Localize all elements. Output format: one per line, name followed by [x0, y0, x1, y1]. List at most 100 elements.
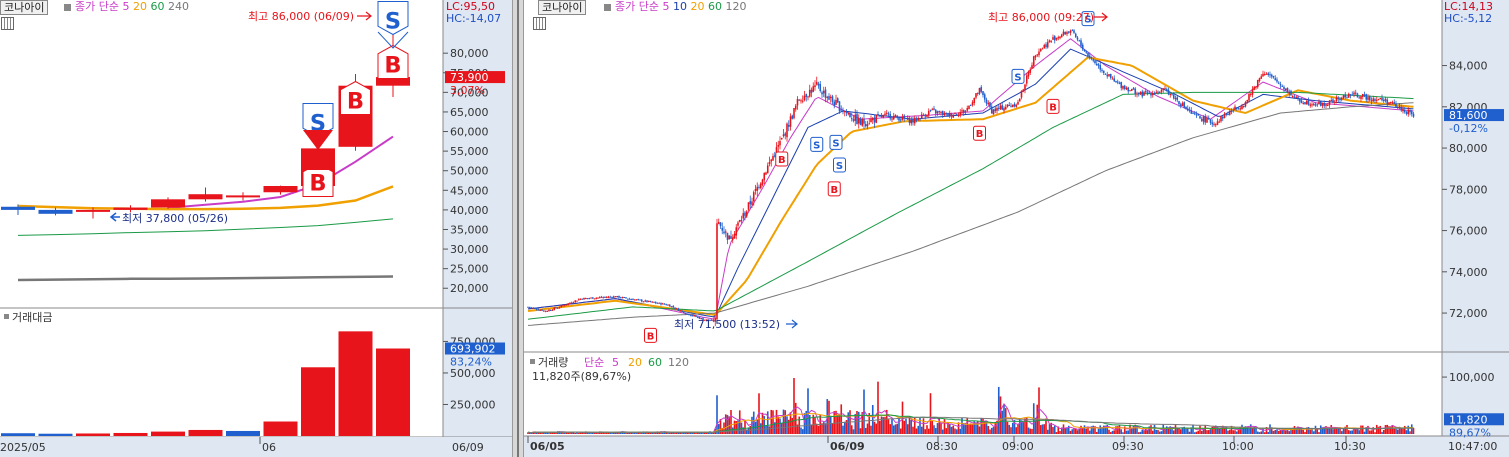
candle-body	[637, 299, 640, 301]
volume-bar	[859, 428, 862, 434]
volume-bar	[1300, 429, 1303, 434]
candle-body	[1043, 45, 1046, 49]
volume-bar	[1188, 431, 1191, 434]
candle-body	[689, 315, 692, 317]
candle-body	[1326, 105, 1329, 107]
volume-bar	[1396, 429, 1399, 434]
candle-body	[866, 124, 869, 127]
volume-bar	[1234, 430, 1236, 434]
candle-body	[766, 165, 769, 174]
candle-body	[593, 298, 596, 300]
volume-bar	[1409, 431, 1411, 434]
candle-body	[1381, 97, 1383, 101]
candle-body	[856, 113, 858, 125]
candle-body	[1209, 119, 1212, 123]
candle-body	[562, 305, 564, 307]
sell-signal-marker: S	[832, 138, 839, 149]
candle-body	[1066, 32, 1068, 35]
candle-body	[1249, 93, 1252, 95]
candle-body	[1046, 42, 1049, 48]
candle-body	[740, 219, 743, 221]
candle-body	[1342, 95, 1345, 99]
candle-body	[1052, 37, 1054, 40]
volume-bar	[1010, 427, 1012, 434]
volume-bar	[887, 419, 890, 434]
candle-body	[936, 111, 939, 114]
candle-body	[695, 315, 697, 317]
candle-body	[1130, 89, 1133, 91]
volume-bar	[1277, 430, 1280, 434]
candle-body	[1141, 91, 1144, 97]
candle-body	[908, 118, 911, 124]
candle-body	[791, 115, 794, 119]
candle-body	[975, 93, 977, 98]
candle-body	[528, 306, 531, 308]
volume-bar	[754, 421, 757, 434]
candle-body	[1339, 98, 1341, 100]
candle-body	[719, 222, 722, 227]
candle-body	[845, 112, 848, 114]
candle-body	[1039, 49, 1042, 52]
candle-body	[1372, 98, 1375, 102]
candle-body	[628, 298, 631, 300]
candle-body	[677, 308, 680, 311]
candle-body	[1405, 112, 1408, 114]
pane-splitter[interactable]	[512, 0, 524, 457]
volume-bar	[798, 416, 801, 434]
volume-bar	[971, 424, 974, 434]
candle-body	[1258, 78, 1261, 81]
candle-body	[570, 302, 573, 304]
volume-bar	[700, 432, 703, 434]
volume-bar	[1015, 427, 1018, 434]
candle-body	[950, 113, 953, 117]
volume-bar	[1111, 430, 1114, 434]
volume-bar	[768, 426, 771, 434]
candle-body	[779, 141, 781, 146]
volume-bar	[1237, 429, 1240, 434]
volume-bar	[1400, 428, 1403, 434]
candle-body	[1097, 64, 1100, 66]
time-right-label: 10:47:00	[1448, 440, 1497, 453]
volume-bar	[1204, 425, 1207, 434]
volume-bar	[1395, 428, 1397, 434]
candle-body	[640, 299, 643, 302]
price-tick-label: 65,000	[450, 106, 489, 119]
volume-bar	[1256, 431, 1259, 434]
candle-body	[1153, 93, 1156, 95]
volume-bar	[1155, 429, 1158, 434]
candle-body	[1221, 116, 1224, 119]
volume-bar	[1122, 432, 1124, 434]
candle-body	[1277, 82, 1280, 84]
candle-body	[1036, 54, 1039, 56]
candle-body	[1270, 74, 1273, 77]
volume-bar	[1120, 429, 1123, 434]
volume-bar	[1055, 432, 1058, 434]
volume-bar	[1167, 428, 1170, 434]
candle-body	[1281, 85, 1284, 87]
volume-bar	[1272, 430, 1275, 434]
volume-bar	[815, 423, 818, 434]
candle-body	[1216, 121, 1219, 125]
price-tick-label: 35,000	[450, 223, 489, 236]
candle-body	[1031, 65, 1033, 69]
candle-body	[1158, 91, 1161, 93]
candle-body	[1101, 69, 1103, 71]
candle-body	[674, 307, 676, 309]
volume-bar	[824, 423, 827, 434]
date-label: 06	[262, 441, 276, 454]
candle-body	[1165, 89, 1168, 91]
candle-body	[782, 134, 785, 137]
volume-bar	[917, 425, 920, 434]
volume-bar	[786, 416, 788, 434]
candle-body	[1293, 96, 1296, 98]
candle-body	[612, 296, 615, 298]
volume-bar	[1263, 432, 1266, 434]
candle-body	[590, 297, 592, 299]
candle-body	[1319, 101, 1322, 106]
volume-bar	[1284, 430, 1287, 434]
candle-body	[1263, 74, 1266, 76]
volume-bar	[1043, 424, 1046, 434]
volume-bar	[952, 425, 955, 434]
volume-bar	[800, 427, 802, 434]
volume-bar	[959, 428, 962, 434]
